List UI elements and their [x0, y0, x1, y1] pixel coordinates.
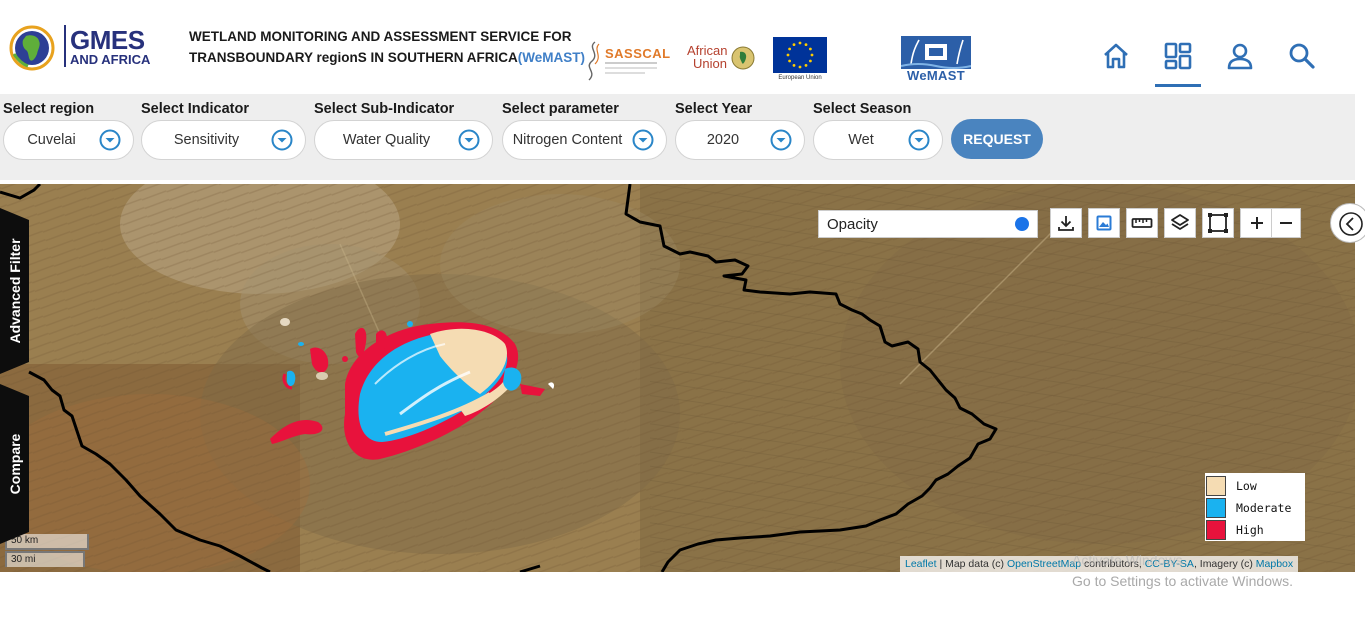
season-value: Wet [848, 132, 874, 148]
region-label: Select region [3, 101, 95, 117]
legend-swatch-low [1206, 476, 1226, 496]
eu-flag-icon [773, 37, 827, 73]
map-legend: Low Moderate High [1205, 473, 1305, 541]
title-accent: (WeMAST) [517, 50, 586, 65]
sub-indicator-select[interactable]: Water Quality [314, 120, 493, 160]
header: GMES AND AFRICA WETLAND MONITORING AND A… [0, 0, 1365, 94]
legend-swatch-high [1206, 520, 1226, 540]
parameter-select[interactable]: Nitrogen Content [502, 120, 667, 160]
download-icon [1058, 216, 1074, 231]
region-value: Cuvelai [27, 132, 76, 148]
attribution-text-1: | Map data (c) [936, 558, 1007, 570]
chevron-down-icon [458, 129, 480, 151]
opacity-slider[interactable]: Opacity [818, 210, 1038, 238]
image-icon [1096, 215, 1112, 231]
image-export-button[interactable] [1088, 208, 1120, 238]
wemast-logo-text: WeMAST [907, 68, 965, 83]
au-logo-text: African Union [687, 44, 727, 70]
legend-label-high: High [1236, 523, 1264, 537]
eu-logo-text: European Union [778, 75, 822, 81]
legend-swatch-moderate [1206, 498, 1226, 518]
advanced-filter-tab[interactable]: Advanced Filter [0, 208, 29, 374]
indicator-value: Sensitivity [173, 132, 240, 148]
layers-button[interactable] [1164, 208, 1196, 238]
eu-logo[interactable]: European Union [773, 37, 827, 83]
chevron-down-icon [271, 129, 293, 151]
compare-label: Compare [6, 433, 23, 495]
wemast-logo[interactable]: WeMAST [901, 36, 971, 84]
legend-label-moderate: Moderate [1236, 501, 1292, 515]
chevron-down-icon [770, 129, 792, 151]
dashboard-icon[interactable] [1162, 40, 1194, 72]
legend-item-moderate: Moderate [1205, 497, 1305, 519]
region-select[interactable]: Cuvelai [3, 120, 134, 160]
season-select[interactable]: Wet [813, 120, 943, 160]
leaflet-link[interactable]: Leaflet [905, 558, 937, 570]
gmes-logo-subtext: AND AFRICA [70, 52, 151, 67]
fullscreen-button[interactable] [1202, 208, 1234, 238]
activate-windows-notice: Go to Settings to activate Windows. [1072, 573, 1293, 589]
page-title: WETLAND MONITORING AND ASSESSMENT SERVIC… [189, 26, 589, 68]
sub-indicator-value: Water Quality [342, 132, 431, 148]
au-emblem-icon [731, 46, 755, 70]
indicator-label: Select Indicator [141, 101, 249, 117]
ruler-icon [1131, 218, 1153, 228]
gmes-africa-logo[interactable]: GMES AND AFRICA [8, 22, 158, 72]
chevron-down-icon [908, 129, 930, 151]
indicator-select[interactable]: Sensitivity [141, 120, 306, 160]
zoom-in-icon [1250, 217, 1263, 229]
title-line-2: TRANSBOUNDARY regionS IN SOUTHERN AFRICA… [189, 47, 589, 68]
layers-icon [1171, 214, 1189, 230]
user-icon[interactable] [1224, 40, 1256, 72]
sasscal-fine-print [605, 62, 657, 74]
year-select[interactable]: 2020 [675, 120, 805, 160]
title-line-1: WETLAND MONITORING AND ASSESSMENT SERVIC… [189, 29, 572, 44]
osm-link[interactable]: OpenStreetMap [1007, 558, 1081, 570]
legend-item-low: Low [1205, 475, 1305, 497]
year-value: 2020 [706, 132, 740, 148]
chevron-down-icon [632, 129, 654, 151]
panel-toggle-button[interactable] [1330, 203, 1365, 243]
legend-item-high: High [1205, 519, 1305, 541]
request-button[interactable]: REQUEST [951, 119, 1043, 159]
african-union-logo[interactable]: African Union [687, 42, 759, 76]
globe-icon [9, 25, 55, 71]
filter-bar: Select region Cuvelai Select Indicator S… [0, 94, 1355, 180]
scale-bar-mi: 30 mi [5, 551, 85, 567]
sub-indicator-label: Select Sub-Indicator [314, 101, 455, 117]
opacity-slider-handle[interactable] [1015, 217, 1029, 231]
map-view[interactable]: Opacity Low Moderate High 50 km 30 mi [0, 184, 1355, 572]
sasscal-logo-text: SASSCAL [605, 46, 671, 61]
download-button[interactable] [1050, 208, 1082, 238]
title-line-2-text: TRANSBOUNDARY regionS IN SOUTHERN AFRICA [189, 50, 518, 65]
chevron-down-icon [99, 129, 121, 151]
wemast-emblem-icon [901, 36, 971, 69]
au-line-2: Union [693, 56, 727, 71]
satellite-basemap[interactable] [0, 184, 1355, 572]
activate-windows-title: Activate Windows [1072, 552, 1183, 568]
measure-button[interactable] [1126, 208, 1158, 238]
zoom-in-button[interactable] [1240, 208, 1272, 238]
zoom-out-icon [1280, 222, 1292, 224]
compare-tab[interactable]: Compare [0, 384, 29, 544]
mapbox-link[interactable]: Mapbox [1256, 558, 1293, 570]
chevron-left-icon [1339, 212, 1363, 236]
gmes-logo-text: GMES [70, 25, 145, 55]
parameter-label: Select parameter [502, 101, 619, 117]
attribution-text-3: , Imagery (c) [1193, 558, 1256, 570]
parameter-value: Nitrogen Content [512, 132, 623, 148]
season-label: Select Season [813, 101, 912, 117]
year-label: Select Year [675, 101, 753, 117]
search-icon[interactable] [1286, 40, 1318, 72]
legend-label-low: Low [1236, 479, 1257, 493]
sasscal-mark-icon [588, 41, 600, 81]
opacity-label: Opacity [827, 215, 878, 233]
zoom-out-button[interactable] [1271, 208, 1301, 238]
sasscal-logo[interactable]: SASSCAL [583, 38, 671, 82]
nav-active-indicator [1155, 84, 1201, 87]
fullscreen-icon [1208, 213, 1228, 233]
advanced-filter-label: Advanced Filter [6, 238, 23, 344]
home-icon[interactable] [1100, 40, 1132, 72]
